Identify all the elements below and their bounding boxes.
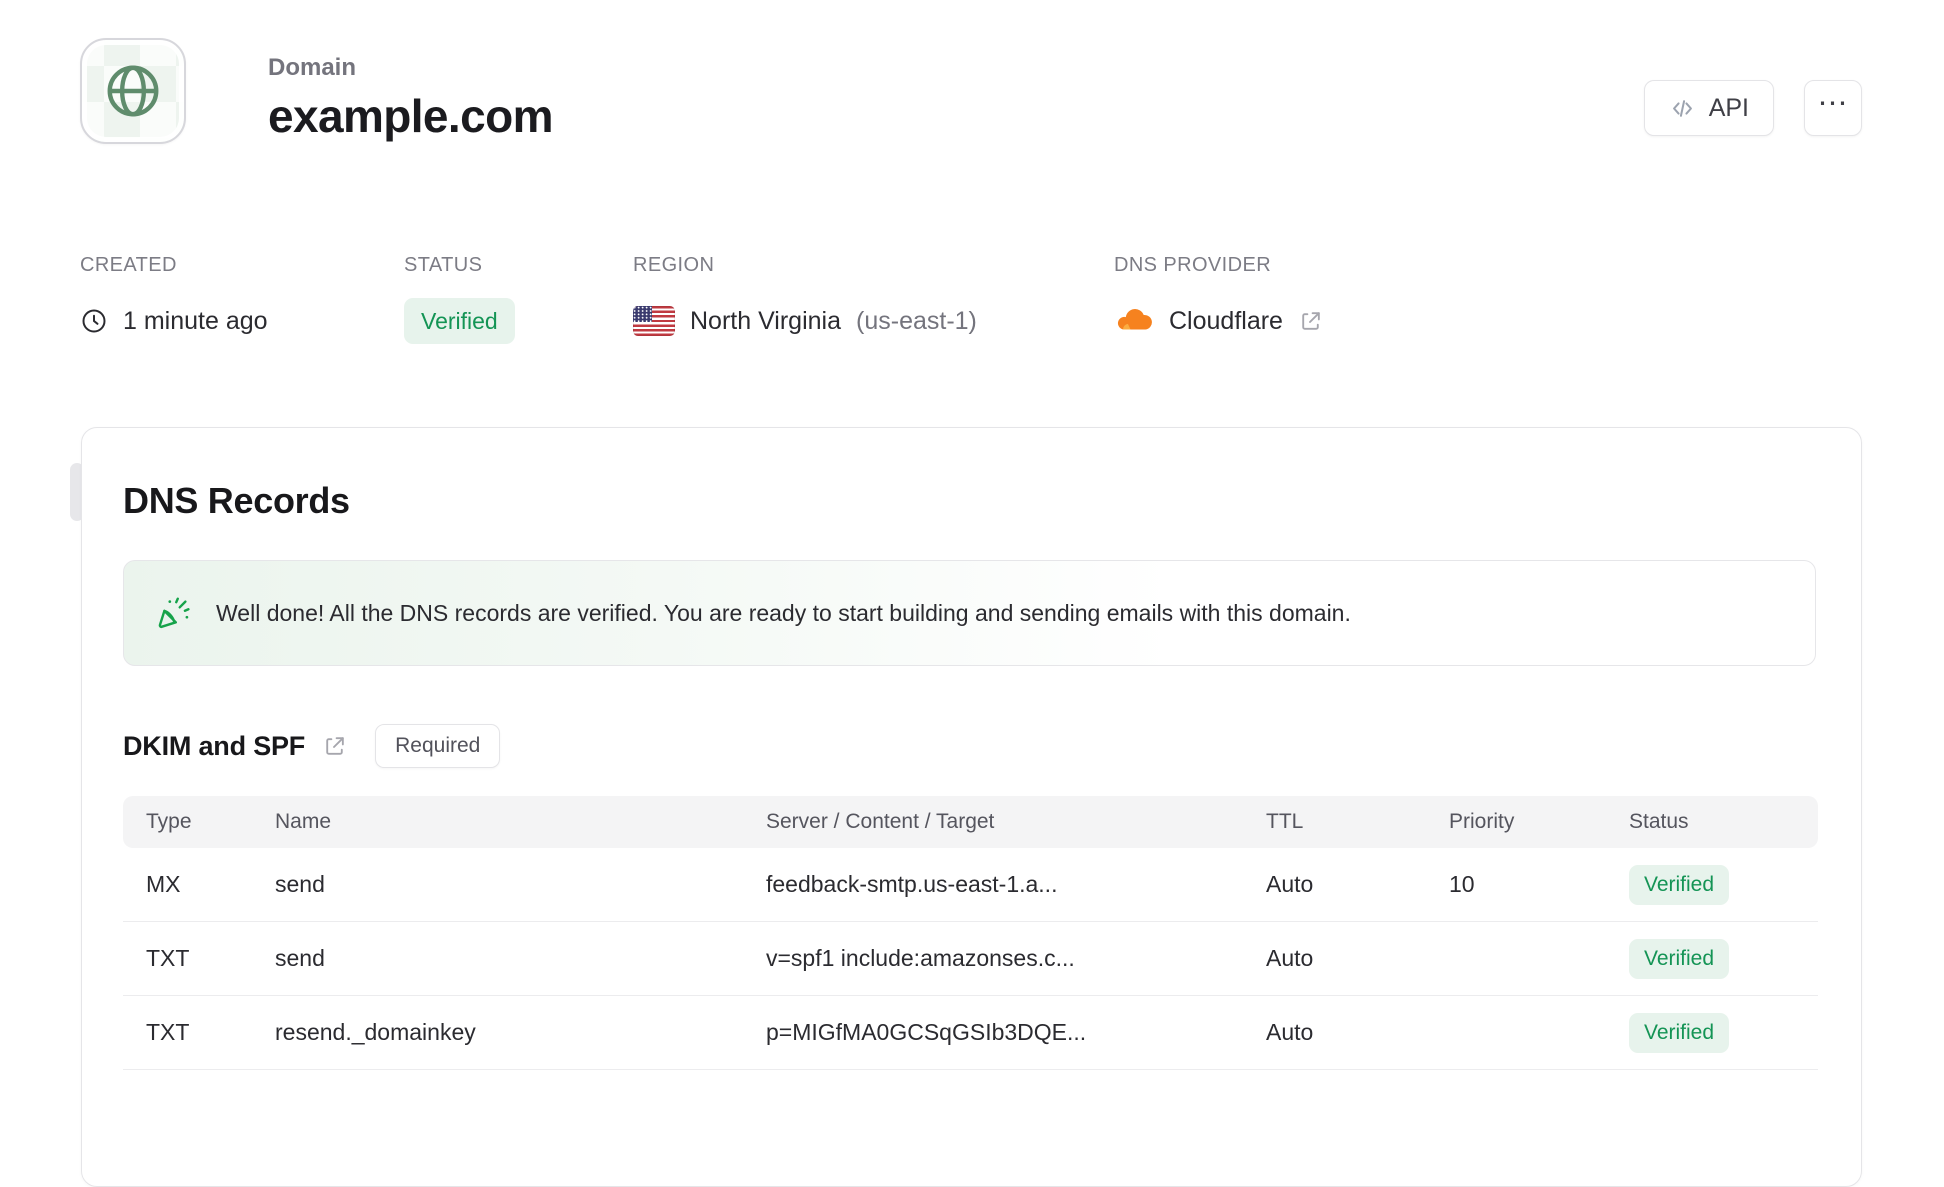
region-name: North Virginia [690,306,842,335]
api-button[interactable]: API [1643,80,1774,136]
party-popper-icon [158,597,190,629]
page-title: example.com [268,90,553,142]
col-status: Status [1629,810,1689,833]
clock-icon [82,309,106,333]
us-flag-icon [633,306,675,336]
page-header: Domain example.com [268,54,553,142]
dns-provider-name: Cloudflare [1169,306,1283,335]
dkim-section-header: DKIM and SPF Required [123,724,1816,768]
dns-records-title: DNS Records [123,480,350,521]
dns-provider-label: DNS PROVIDER [1114,254,1272,276]
record-status-badge: Verified [1629,864,1730,905]
col-ttl: TTL [1266,810,1304,833]
record-name: send [275,871,325,897]
required-badge: Required [375,724,501,768]
record-content: p=MIGfMA0GCSqGSIb3DQE... [766,1019,1087,1045]
table-header-row: Type Name Server / Content / Target TTL … [123,796,1818,848]
record-status-badge: Verified [1629,938,1730,979]
dns-records-table: Type Name Server / Content / Target TTL … [123,796,1818,1070]
table-row: TXT send v=spf1 include:amazonses.c... A… [123,922,1818,996]
cloudflare-icon [1117,309,1152,330]
external-link-icon[interactable] [322,734,347,759]
meta-status: STATUS Verified [404,254,515,344]
external-link-icon [1302,311,1320,330]
table-row: TXT resend._domainkey p=MIGfMA0GCSqGSIb3… [123,996,1818,1070]
region-label: REGION [633,254,715,276]
record-name: resend._domainkey [275,1019,476,1045]
domain-eyebrow: Domain [268,54,357,81]
col-name: Name [275,810,332,833]
record-type: TXT [146,1019,190,1045]
record-ttl: Auto [1266,945,1314,971]
globe-icon [107,65,159,117]
col-type: Type [146,810,192,833]
dkim-section-title: DKIM and SPF [123,730,306,761]
meta-created: CREATED 1 minute ago [80,254,268,344]
meta-dns-provider: DNS PROVIDER Cloudflare [1114,254,1323,344]
created-value: 1 minute ago [123,306,268,335]
code-icon [1672,99,1692,117]
meta-region: REGION North Virginia (us-east-1) [633,254,977,344]
record-name: send [275,945,325,971]
record-content: v=spf1 include:amazonses.c... [766,945,1075,971]
dns-provider-link[interactable]: Cloudflare [1114,307,1323,336]
success-banner: Well done! All the DNS records are verif… [123,560,1816,666]
record-priority: 10 [1449,871,1475,897]
col-content: Server / Content / Target [766,810,995,833]
more-options-button[interactable]: ⋯ [1804,80,1862,136]
api-button-label: API [1708,93,1749,122]
table-row: MX send feedback-smtp.us-east-1.a... Aut… [123,848,1818,922]
success-banner-message: Well done! All the DNS records are verif… [216,599,1351,626]
status-label: STATUS [404,254,483,276]
record-content: feedback-smtp.us-east-1.a... [766,871,1058,897]
created-label: CREATED [80,254,177,276]
header-actions: API ⋯ [1643,80,1862,136]
record-type: TXT [146,945,190,971]
region-code: (us-east-1) [856,306,977,335]
domain-avatar [80,38,186,144]
record-type: MX [146,871,181,897]
record-ttl: Auto [1266,871,1314,897]
record-status-badge: Verified [1629,1012,1730,1053]
dns-records-card: DNS Records Well done! All the DNS recor… [81,427,1862,1187]
record-ttl: Auto [1266,1019,1314,1045]
status-badge: Verified [404,298,515,344]
col-priority: Priority [1449,810,1515,833]
